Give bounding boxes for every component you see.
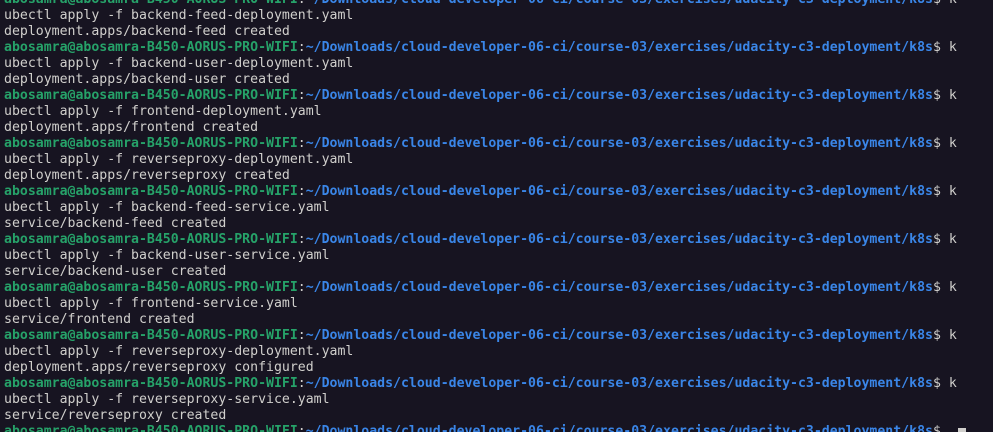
prompt-line: abosamra@abosamra-B450-AORUS-PRO-WIFI:~/…	[4, 40, 957, 56]
command-line: ubectl apply -f reverseproxy-deployment.…	[4, 344, 354, 359]
command-output: service/backend-feed created	[4, 216, 227, 231]
prompt-user-host: abosamra@abosamra-B450-AORUS-PRO-WIFI	[4, 0, 298, 7]
prompt-separator: :	[298, 0, 306, 7]
prompt-path: ~/Downloads/cloud-developer-06-ci/course…	[305, 280, 933, 295]
prompt-user-host: abosamra@abosamra-B450-AORUS-PRO-WIFI	[4, 88, 298, 103]
command-output: deployment.apps/frontend created	[4, 120, 259, 135]
prompt-user-host: abosamra@abosamra-B450-AORUS-PRO-WIFI	[4, 232, 298, 247]
command-output: service/frontend created	[4, 312, 195, 327]
command-output: deployment.apps/backend-user created	[4, 72, 290, 87]
prompt-user-host: abosamra@abosamra-B450-AORUS-PRO-WIFI	[4, 328, 298, 343]
prompt-suffix: $ k	[932, 376, 957, 391]
command-line: ubectl apply -f backend-feed-deployment.…	[4, 8, 354, 23]
command-line: ubectl apply -f backend-user-deployment.…	[4, 56, 354, 71]
prompt-line: abosamra@abosamra-B450-AORUS-PRO-WIFI:~/…	[4, 88, 957, 104]
command-line: ubectl apply -f backend-feed-service.yam…	[4, 200, 330, 215]
command-output: service/reverseproxy created	[4, 408, 227, 423]
prompt-line: abosamra@abosamra-B450-AORUS-PRO-WIFI:~/…	[4, 280, 957, 296]
prompt-path: ~/Downloads/cloud-developer-06-ci/course…	[306, 0, 933, 7]
command-line: ubectl apply -f reverseproxy-deployment.…	[4, 152, 354, 167]
prompt-separator: :	[297, 184, 306, 199]
prompt-path: ~/Downloads/cloud-developer-06-ci/course…	[305, 376, 933, 391]
prompt-path: ~/Downloads/cloud-developer-06-ci/course…	[305, 88, 933, 103]
prompt-path: ~/Downloads/cloud-developer-06-ci/course…	[305, 328, 933, 343]
prompt-separator: :	[297, 376, 306, 391]
prompt-line: abosamra@abosamra-B450-AORUS-PRO-WIFI:~/…	[4, 232, 957, 248]
prompt-path: ~/Downloads/cloud-developer-06-ci/course…	[305, 424, 933, 432]
command-output: deployment.apps/reverseproxy created	[4, 168, 290, 183]
prompt-line: abosamra@abosamra-B450-AORUS-PRO-WIFI:~/…	[4, 376, 957, 392]
prompt-line: abosamra@abosamra-B450-AORUS-PRO-WIFI:~/…	[4, 328, 957, 344]
prompt-path: ~/Downloads/cloud-developer-06-ci/course…	[305, 232, 933, 247]
prompt-separator: :	[297, 40, 306, 55]
command-output: deployment.apps/backend-feed created	[4, 24, 290, 39]
prompt-separator: :	[297, 88, 306, 103]
prompt-separator: :	[297, 424, 306, 432]
terminal-output: abosamra@abosamra-B450-AORUS-PRO-WIFI:~/…	[4, 0, 957, 432]
prompt-user-host: abosamra@abosamra-B450-AORUS-PRO-WIFI	[4, 136, 298, 151]
prompt-user-host: abosamra@abosamra-B450-AORUS-PRO-WIFI	[4, 40, 298, 55]
prompt-path: ~/Downloads/cloud-developer-06-ci/course…	[305, 40, 933, 55]
prompt-user-host: abosamra@abosamra-B450-AORUS-PRO-WIFI	[4, 424, 298, 432]
prompt-suffix: $ k	[932, 280, 957, 295]
prompt-suffix: $ k	[932, 232, 957, 247]
prompt-suffix: $ k	[932, 328, 957, 343]
prompt-line: abosamra@abosamra-B450-AORUS-PRO-WIFI:~/…	[4, 0, 957, 8]
command-line: ubectl apply -f reverseproxy-service.yam…	[4, 392, 330, 407]
prompt-user-host: abosamra@abosamra-B450-AORUS-PRO-WIFI	[4, 376, 298, 391]
prompt-separator: :	[297, 280, 306, 295]
prompt-suffix: $ k	[933, 0, 957, 7]
command-line: ubectl apply -f frontend-deployment.yaml	[4, 104, 322, 119]
command-output: service/backend-user created	[4, 264, 227, 279]
prompt-suffix: $	[932, 424, 941, 432]
prompt-line: abosamra@abosamra-B450-AORUS-PRO-WIFI:~/…	[4, 184, 957, 200]
prompt-separator: :	[297, 136, 306, 151]
prompt-line: abosamra@abosamra-B450-AORUS-PRO-WIFI:~/…	[4, 424, 957, 432]
prompt-user-host: abosamra@abosamra-B450-AORUS-PRO-WIFI	[4, 184, 298, 199]
terminal-window[interactable]: abosamra@abosamra-B450-AORUS-PRO-WIFI:~/…	[0, 0, 993, 432]
command-line: ubectl apply -f frontend-service.yaml	[4, 296, 298, 311]
prompt-separator: :	[297, 328, 306, 343]
prompt-line: abosamra@abosamra-B450-AORUS-PRO-WIFI:~/…	[4, 136, 957, 152]
prompt-suffix: $ k	[932, 136, 957, 151]
command-output: deployment.apps/reverseproxy configured	[4, 360, 314, 375]
prompt-path: ~/Downloads/cloud-developer-06-ci/course…	[305, 184, 933, 199]
prompt-path: ~/Downloads/cloud-developer-06-ci/course…	[305, 136, 933, 151]
prompt-user-host: abosamra@abosamra-B450-AORUS-PRO-WIFI	[4, 280, 298, 295]
text-cursor	[958, 428, 966, 432]
command-line: ubectl apply -f backend-user-service.yam…	[4, 248, 330, 263]
prompt-separator: :	[297, 232, 306, 247]
prompt-suffix: $ k	[932, 88, 957, 103]
prompt-suffix: $ k	[932, 184, 957, 199]
prompt-suffix: $ k	[932, 40, 957, 55]
